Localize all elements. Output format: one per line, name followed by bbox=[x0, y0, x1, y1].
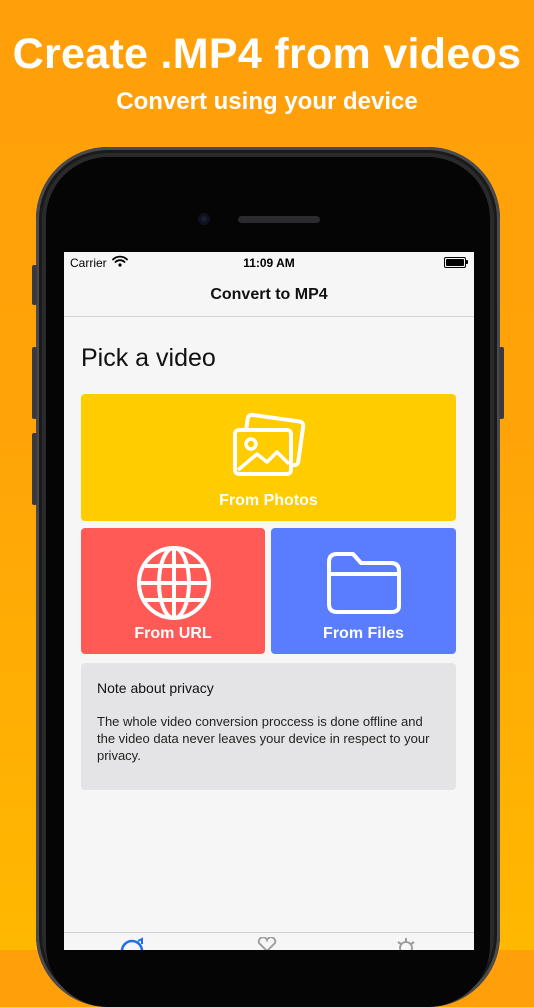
from-files-label: From Files bbox=[323, 625, 404, 642]
privacy-note-title: Note about privacy bbox=[97, 680, 214, 696]
from-photos-label: From Photos bbox=[219, 492, 318, 509]
from-photos-button[interactable]: From Photos bbox=[81, 394, 456, 521]
privacy-note-card: Note about privacy The whole video conve… bbox=[81, 663, 456, 790]
volume-up-button bbox=[32, 347, 37, 419]
pick-video-heading: Pick a video bbox=[81, 344, 216, 372]
privacy-note-body: The whole video conversion proccess is d… bbox=[97, 714, 430, 763]
volume-down-button bbox=[32, 433, 37, 505]
promo-subheadline: Convert using your device bbox=[116, 88, 418, 115]
from-url-button[interactable]: From URL bbox=[81, 528, 265, 654]
mute-switch bbox=[32, 265, 37, 305]
battery-icon bbox=[444, 257, 468, 268]
globe-icon bbox=[137, 546, 211, 620]
front-camera bbox=[198, 213, 210, 225]
navigation-bar: Convert to MP4 bbox=[64, 274, 474, 317]
status-time: 11:09 AM bbox=[243, 256, 295, 270]
photos-icon bbox=[233, 412, 306, 476]
nav-title: Convert to MP4 bbox=[210, 286, 328, 303]
tab-bar bbox=[64, 932, 474, 950]
folder-icon bbox=[327, 552, 401, 614]
power-button bbox=[499, 347, 504, 419]
convert-tab-icon[interactable] bbox=[119, 937, 145, 950]
favorites-tab-icon[interactable] bbox=[256, 936, 278, 950]
settings-tab-icon[interactable] bbox=[395, 937, 417, 950]
promo-headline: Create .MP4 from videos bbox=[12, 30, 522, 78]
status-bar: Carrier 11:09 AM bbox=[64, 252, 474, 274]
earpiece-speaker bbox=[238, 216, 320, 223]
app-screen: Carrier 11:09 AM Convert to MP4 Pick a v… bbox=[64, 252, 474, 950]
from-url-label: From URL bbox=[134, 625, 212, 642]
from-files-button[interactable]: From Files bbox=[271, 528, 456, 654]
